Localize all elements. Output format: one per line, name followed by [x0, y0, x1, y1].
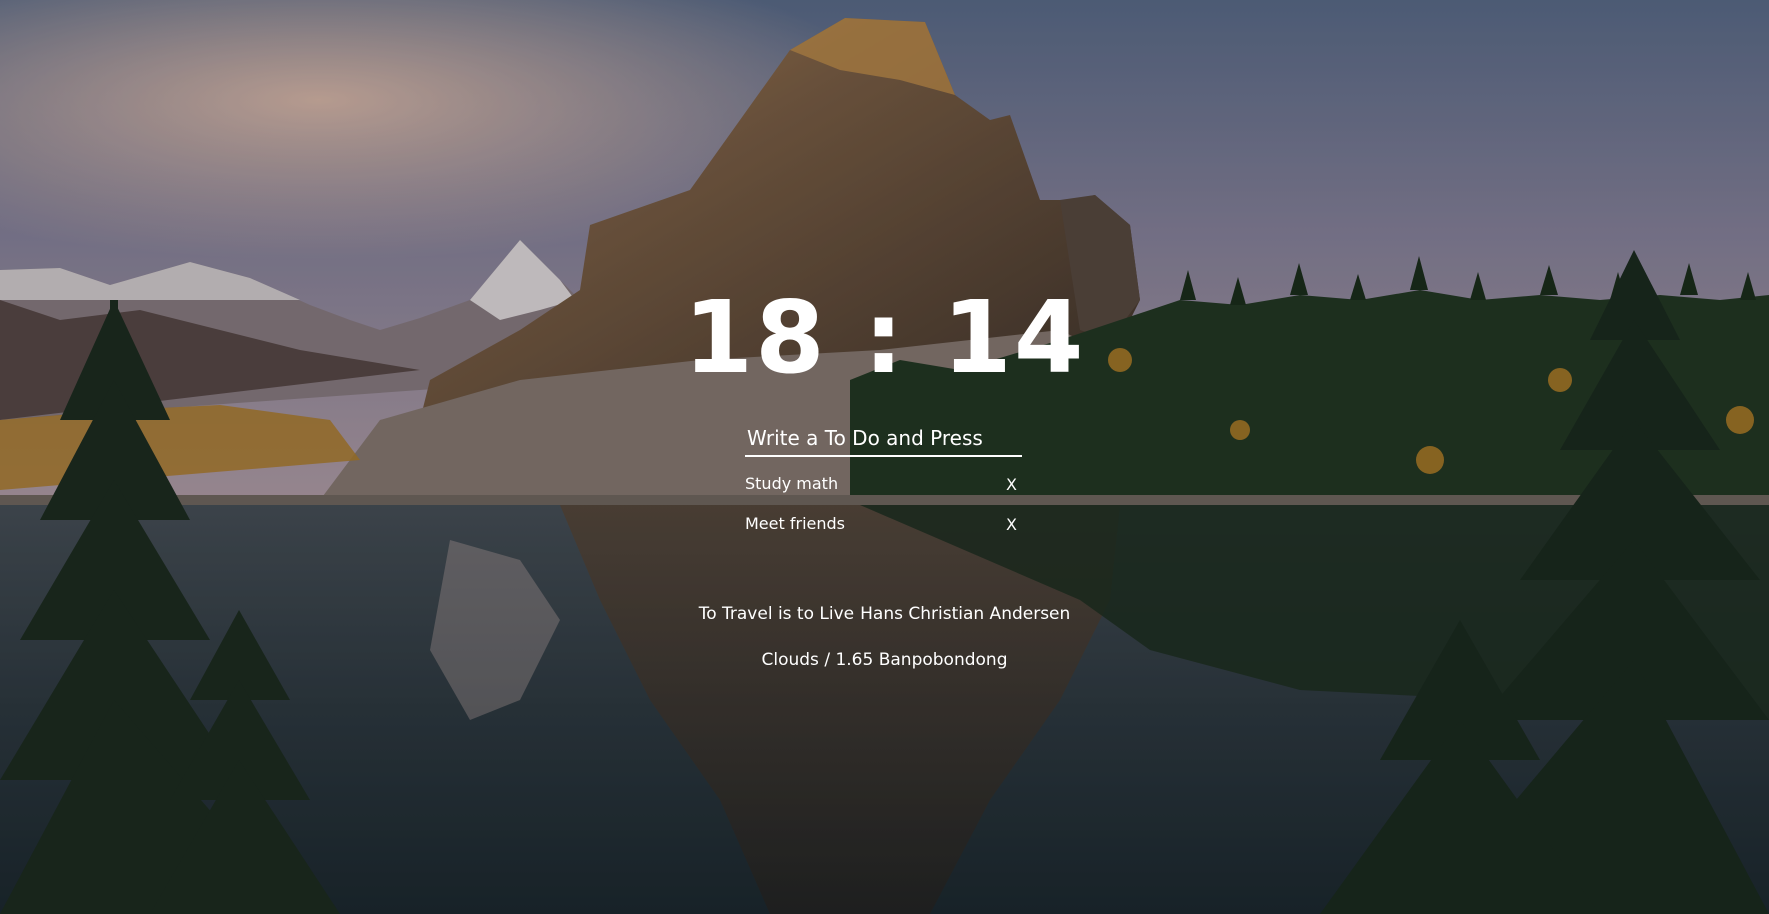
quote-author: Hans Christian Andersen — [860, 604, 1071, 624]
todo-item-text: Meet friends — [745, 514, 845, 533]
weather-info: Clouds / 1.65 Banpobondong — [0, 648, 1769, 672]
quote: To Travel is to Live Hans Christian Ander… — [0, 602, 1769, 626]
delete-todo-button[interactable]: X — [1006, 474, 1017, 496]
dim-overlay — [0, 0, 1769, 914]
delete-todo-button[interactable]: X — [1006, 514, 1017, 536]
todo-item: Meet friends X — [745, 512, 1022, 552]
todo-item: Study math X — [745, 472, 1022, 512]
todo-input[interactable] — [745, 423, 1026, 453]
todo-form — [745, 423, 1026, 457]
app-root: 18 : 14 Study math X Meet friends X To T… — [0, 0, 1769, 914]
todo-item-text: Study math — [745, 474, 839, 493]
weather-summary: Clouds / 1.65 — [761, 650, 874, 670]
weather-location: Banpobondong — [878, 650, 1008, 670]
todo-list: Study math X Meet friends X — [745, 472, 1022, 552]
quote-text: To Travel is to Live — [698, 604, 855, 624]
clock-display: 18 : 14 — [683, 279, 1086, 396]
